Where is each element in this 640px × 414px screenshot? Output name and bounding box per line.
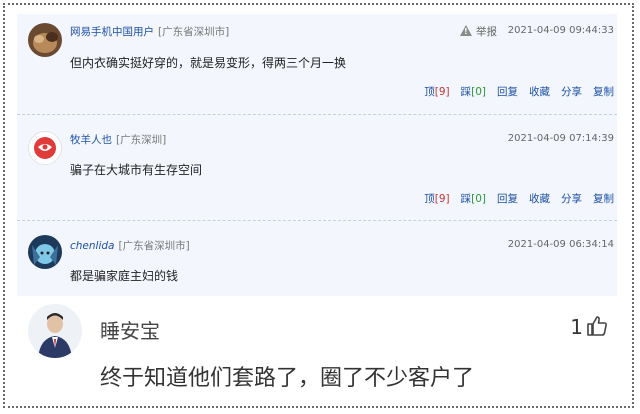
avatar[interactable] [28, 235, 62, 269]
comment-meta: 网易手机中国用户 [广东省深圳市] [70, 24, 229, 39]
downvote-button[interactable]: 踩[0] [461, 193, 486, 205]
reply-button[interactable]: 回复 [497, 86, 518, 98]
comment-text: 但内衣确实挺好穿的，就是易变形，得两三个月一换 [70, 56, 347, 70]
upvote-button[interactable]: 顶[9] [424, 193, 449, 205]
comment-feed: 网易手机中国用户[广东省深圳市] 举报 2021-04-09 09:44:33 … [17, 14, 617, 296]
username-link[interactable]: 牧羊人也 [70, 134, 112, 146]
timestamp: 2021-04-09 07:14:39 [507, 133, 614, 144]
comment-text: 骗子在大城市有生存空间 [70, 163, 203, 177]
collect-button[interactable]: 收藏 [529, 86, 550, 98]
comment-text: 终于知道他们套路了，圈了不少客户了 [100, 366, 475, 391]
copy-button[interactable]: 复制 [593, 86, 614, 98]
like-count: 1 [570, 315, 583, 339]
username-link[interactable]: 网易手机中国用户 [70, 26, 154, 38]
collect-button[interactable]: 收藏 [529, 193, 550, 205]
copy-button[interactable]: 复制 [593, 193, 614, 205]
report-label: 举报 [476, 26, 497, 38]
comment-meta: chenlida [广东省深圳市] [70, 238, 190, 253]
avatar[interactable] [28, 131, 62, 165]
username-link[interactable]: chenlida [70, 240, 114, 252]
comment-meta: 牧羊人也 [广东深圳] [70, 132, 166, 147]
wechat-comment: 睡安宝 1 终于知道他们套路了，圈了不少客户了 [17, 297, 623, 406]
screenshot-frame: 网易手机中国用户[广东省深圳市] 举报 2021-04-09 09:44:33 … [3, 3, 634, 408]
reply-button[interactable]: 回复 [497, 193, 518, 205]
upvote-button[interactable]: 顶[9] [424, 86, 449, 98]
avatar[interactable] [28, 304, 82, 358]
username: 睡安宝 [100, 319, 160, 343]
warning-icon [460, 25, 472, 36]
share-button[interactable]: 分享 [561, 86, 582, 98]
user-location: [广东省深圳市] [158, 26, 230, 38]
comment-actions: 顶[9] 踩[0] 回复 收藏 分享 复制 [413, 191, 614, 206]
thumbs-up-icon [587, 316, 607, 336]
downvote-button[interactable]: 踩[0] [461, 86, 486, 98]
report-button[interactable]: 举报 [460, 24, 497, 39]
timestamp: 2021-04-09 06:34:14 [507, 239, 614, 250]
comment-text: 都是骗家庭主妇的钱 [70, 269, 179, 283]
comment-item: 牧羊人也 [广东深圳] 2021-04-09 07:14:39 骗子在大城市有生存… [17, 115, 617, 221]
timestamp: 2021-04-09 09:44:33 [507, 25, 614, 36]
user-location: [广东省深圳市] [118, 240, 190, 252]
comment-item: 网易手机中国用户[广东省深圳市] 举报 2021-04-09 09:44:33 … [17, 14, 617, 115]
like-button[interactable]: 1 [570, 314, 609, 339]
avatar[interactable] [28, 23, 62, 57]
comment-item: chenlida [广东省深圳市] 2021-04-09 06:34:14 都是骗… [17, 221, 617, 296]
share-button[interactable]: 分享 [561, 193, 582, 205]
comment-actions: 顶[9] 踩[0] 回复 收藏 分享 复制 [413, 84, 614, 99]
user-location: [广东深圳] [116, 134, 167, 146]
